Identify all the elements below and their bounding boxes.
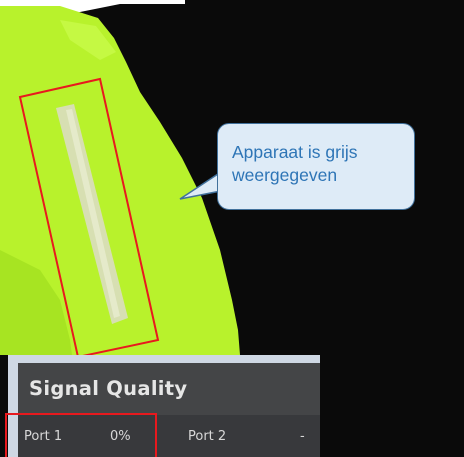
port-2-value: - (300, 429, 305, 444)
callout-bubble: Apparaat is grijs weergegeven (217, 123, 415, 210)
callout-line-1: Apparaat is grijs (232, 142, 358, 162)
port-1-highlight-box (5, 413, 157, 457)
signal-quality-title: Signal Quality (29, 377, 188, 400)
port-2-label: Port 2 (188, 429, 227, 444)
callout-line-2: weergegeven (232, 165, 338, 185)
signal-quality-header: Signal Quality (18, 363, 320, 415)
